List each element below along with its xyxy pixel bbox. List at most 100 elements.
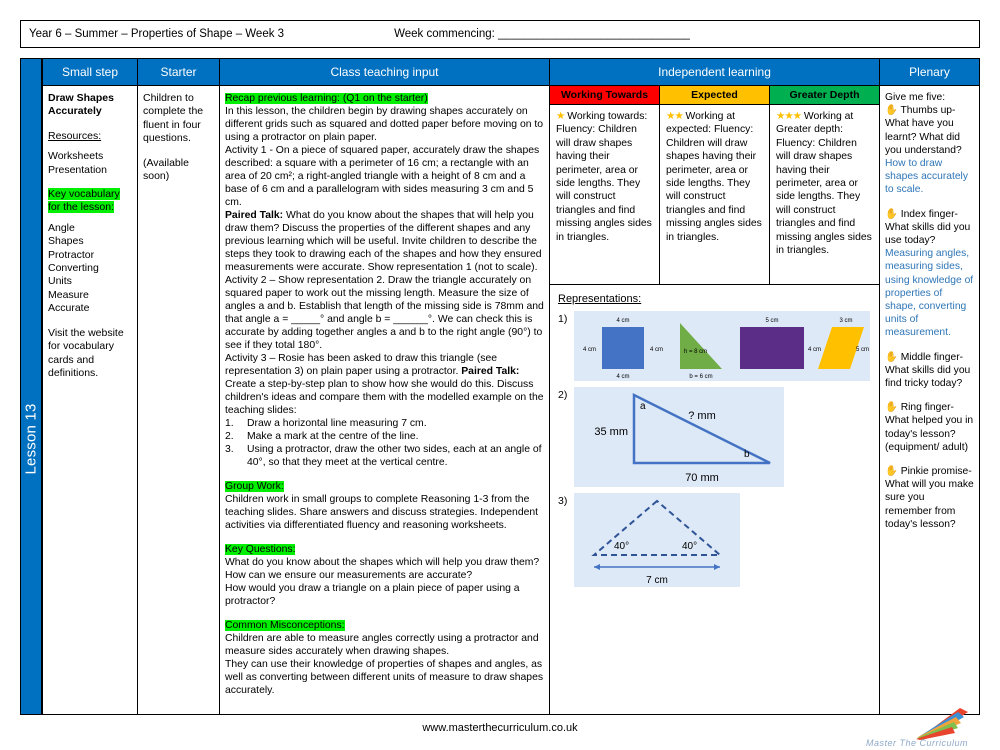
key-question: How would you draw a triangle on a plain… <box>225 583 520 607</box>
column-class-teaching-input: Class teaching input Recap previous lear… <box>220 59 550 714</box>
representation-number: 2) <box>558 389 568 401</box>
step-text: Make a mark at the centre of the line. <box>247 431 419 442</box>
resource-item: Presentation <box>48 163 107 176</box>
starter-availability: (Available soon) <box>143 156 189 183</box>
band-working-towards: Working Towards <box>550 86 660 104</box>
plenary-item: ✋ Ring finger- What helped you in today'… <box>885 401 974 454</box>
representation-3-figure: 40° 40° 7 cm <box>574 493 740 587</box>
vocab-item: Shapes <box>48 235 84 248</box>
group-work-body: Children work in small groups to complet… <box>225 494 539 531</box>
small-step-title: Draw Shapes Accurately <box>48 92 114 118</box>
hypotenuse-label: ? mm <box>688 410 716 422</box>
resource-item: Worksheets <box>48 150 104 163</box>
vocab-item: Measure <box>48 288 89 301</box>
height-label: 35 mm <box>594 426 628 438</box>
representation-1: 1) 4 cm 4 cm 4 cm 4 cm h = 8 cm b = 6 cm… <box>558 311 871 381</box>
page-title: Year 6 – Summer – Properties of Shape – … <box>29 28 285 40</box>
key-question: What do you know about the shapes which … <box>225 557 540 568</box>
column-independent-learning: Independent learning Working Towards Exp… <box>550 59 880 714</box>
step-number: 1. <box>225 418 234 429</box>
rectangle-right-label: 4 cm <box>808 347 821 353</box>
star-icon: ★★★ <box>776 111 802 122</box>
lesson-plan-table: Small step Draw Shapes Accurately Resour… <box>42 58 980 715</box>
step-text: Draw a horizontal line measuring 7 cm. <box>247 418 427 429</box>
paired-talk-label: Paired Talk: <box>225 210 284 221</box>
starter-body: Children to complete the fluent in four … <box>138 86 219 714</box>
plenary-item: ✋ Pinkie promise- What will you make sur… <box>885 465 974 531</box>
recap-heading: Recap previous learning: (Q1 on the star… <box>225 93 428 104</box>
plenary-question: Middle finger- What skills did you find … <box>885 351 971 390</box>
star-icon: ★ <box>556 111 565 122</box>
vocab-item: Accurate <box>48 302 90 315</box>
recap-body: In this lesson, the children begin by dr… <box>225 106 544 143</box>
footer-url: www.masterthecurriculum.co.uk <box>422 722 578 734</box>
column-plenary: Plenary Give me five: ✋ Thumbs up- What … <box>880 59 979 714</box>
vocab-item: Converting <box>48 262 99 275</box>
band-expected: Expected <box>660 86 770 104</box>
band-body: Fluency: Children will draw shapes havin… <box>666 124 762 243</box>
step-number: 3. <box>225 444 234 455</box>
lesson-plan-page: Year 6 – Summer – Properties of Shape – … <box>0 0 1000 750</box>
band-lead: Working towards: <box>567 111 648 122</box>
rectangle-top-label: 5 cm <box>765 318 778 324</box>
plenary-answer: Measuring angles, measuring sides, using… <box>885 248 974 339</box>
description-greater-depth: ★★★ Working at Greater depth: Fluency: C… <box>770 105 879 284</box>
activity-3-steps: 1. Draw a horizontal line measuring 7 cm.… <box>225 417 544 469</box>
star-icon: ★★ <box>666 111 684 122</box>
parallelogram-right-label: 5 cm <box>856 347 869 353</box>
step-item: 2. Make a mark at the centre of the line. <box>225 430 544 443</box>
pencil-ribbon-icon <box>916 708 968 740</box>
representation-1-figure: 4 cm 4 cm 4 cm 4 cm h = 8 cm b = 6 cm 5 … <box>574 311 870 381</box>
plenary-item: ✋ Thumbs up- What have you learnt? What … <box>885 104 974 196</box>
column-starter: Starter Children to complete the fluent … <box>138 59 220 714</box>
hand-icon: ✋ <box>885 351 898 363</box>
band-body: Fluency: Children will draw shapes havin… <box>776 137 872 257</box>
starter-text: Children to complete the fluent in four … <box>143 92 204 145</box>
shapes-diagram: 4 cm 4 cm 4 cm 4 cm h = 8 cm b = 6 cm 5 … <box>574 311 870 381</box>
hand-icon: ✋ <box>885 208 898 220</box>
representation-number: 1) <box>558 313 568 325</box>
group-work-heading: Group Work: <box>225 481 284 492</box>
misconceptions-heading: Common Misconceptions: <box>225 620 345 631</box>
right-angle-label: 40° <box>682 541 697 552</box>
step-text: Using a protractor, draw the other two s… <box>247 444 542 468</box>
description-working-towards: ★ Working towards: Fluency: Children wil… <box>550 105 660 284</box>
representation-3: 3) 40° 40° 7 cm <box>558 493 871 587</box>
base-label: 70 mm <box>685 472 719 484</box>
vocab-item: Angle <box>48 221 75 234</box>
activity-1: Activity 1 - On a piece of squared paper… <box>225 145 540 208</box>
isosceles-triangle-diagram: 40° 40° 7 cm <box>574 493 740 587</box>
square-top-label: 4 cm <box>616 318 629 324</box>
hand-icon: ✋ <box>885 402 898 414</box>
attainment-descriptions: ★ Working towards: Fluency: Children wil… <box>550 105 879 285</box>
parallelogram-top-label: 3 cm <box>839 318 852 324</box>
vocab-item: Protractor <box>48 248 95 261</box>
representation-number: 3) <box>558 495 568 507</box>
description-expected: ★★ Working at expected: Fluency: Childre… <box>660 105 770 284</box>
attainment-band-row: Working Towards Expected Greater Depth <box>550 86 879 105</box>
right-triangle-diagram: a b ? mm 35 mm 70 mm <box>574 387 784 487</box>
brand-logo: Master The Curriculum <box>866 706 986 750</box>
plenary-item: ✋ Index finger- What skills did you use … <box>885 208 974 340</box>
plenary-question: Ring finger- What helped you in today's … <box>885 402 974 453</box>
column-small-step: Small step Draw Shapes Accurately Resour… <box>43 59 138 714</box>
paired-talk-label: Paired Talk: <box>461 366 520 377</box>
activity-3-body: Create a step-by-step plan to show how s… <box>225 379 544 416</box>
angle-b-label: b <box>744 449 750 460</box>
square-right-label: 4 cm <box>650 347 663 353</box>
hand-icon: ✋ <box>885 105 898 117</box>
representation-2: 2) a b ? mm 35 mm 70 mm <box>558 387 871 487</box>
vocab-item: Units <box>48 275 72 288</box>
plenary-question: Index finger- What skills did you use to… <box>885 208 971 247</box>
small-step-body: Draw Shapes Accurately Resources: Worksh… <box>43 86 137 714</box>
triangle-base-label: b = 6 cm <box>689 374 712 380</box>
teaching-body: Recap previous learning: (Q1 on the star… <box>220 86 549 714</box>
document-title-bar: Year 6 – Summer – Properties of Shape – … <box>20 20 980 48</box>
plenary-answer: How to draw shapes accurately to scale. <box>885 158 968 196</box>
hand-icon: ✋ <box>885 466 898 478</box>
column-header-independent-learning: Independent learning <box>550 59 879 86</box>
plenary-question: Pinkie promise- What will you make sure … <box>885 466 974 530</box>
band-body: Fluency: Children will draw shapes havin… <box>556 124 652 243</box>
step-item: 1. Draw a horizontal line measuring 7 cm. <box>225 417 544 430</box>
column-header-class-teaching-input: Class teaching input <box>220 59 549 86</box>
